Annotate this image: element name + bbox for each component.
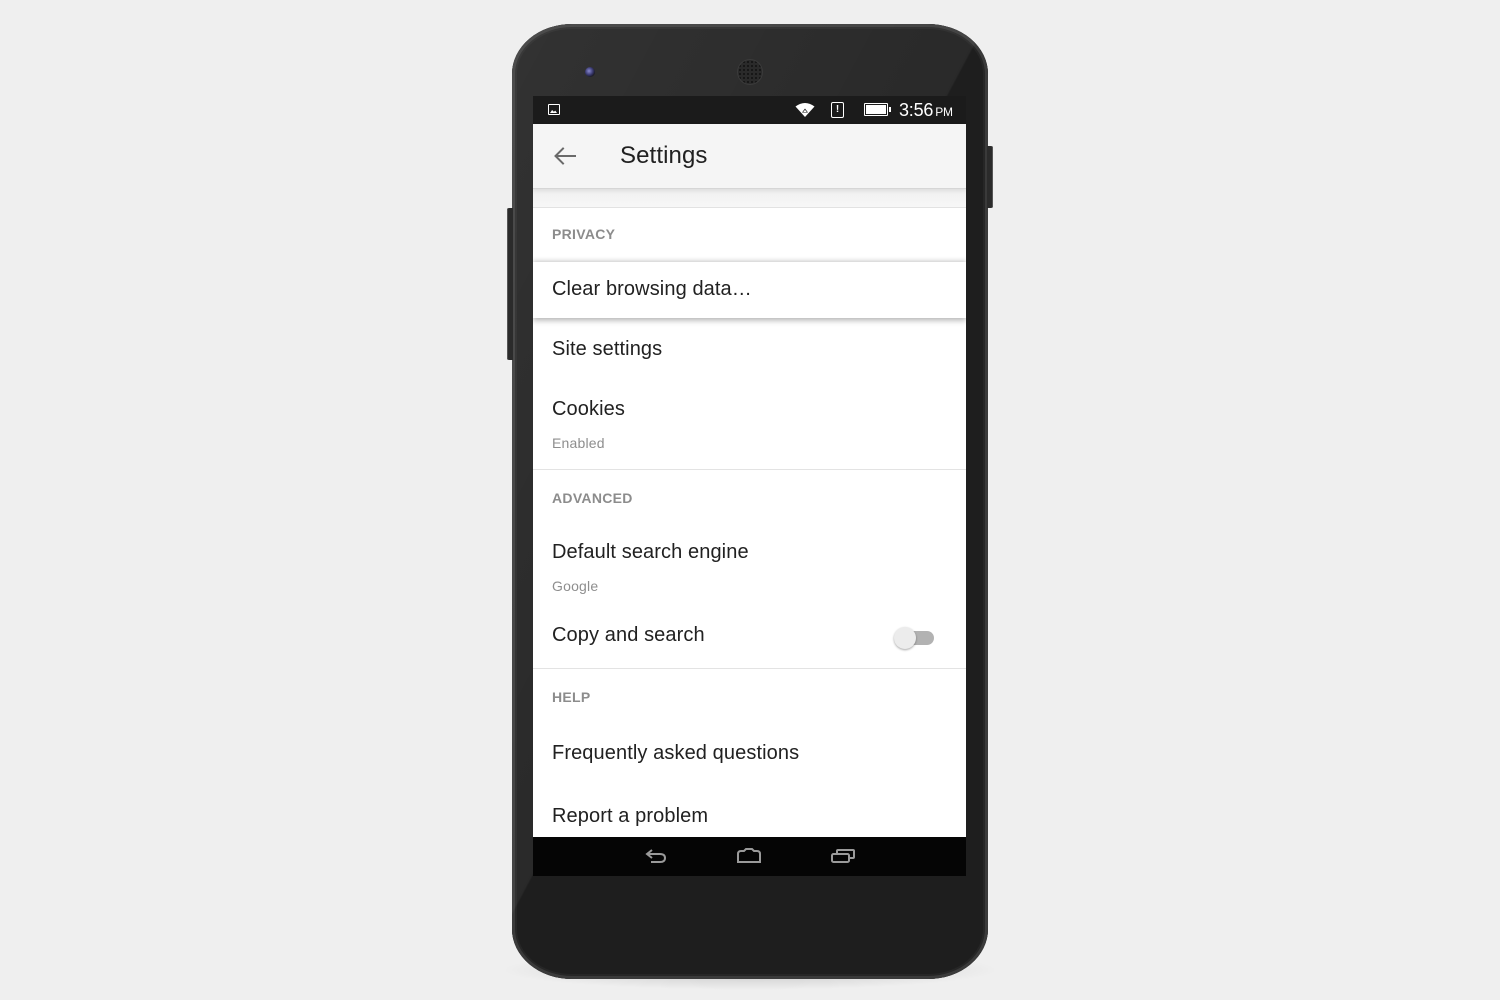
item-title: Cookies bbox=[552, 398, 625, 420]
item-title: Report a problem bbox=[552, 805, 709, 827]
earpiece-speaker bbox=[738, 60, 762, 84]
scroll-gap bbox=[533, 189, 966, 208]
item-subtitle: Enabled bbox=[552, 435, 605, 451]
light-sensor bbox=[913, 68, 919, 74]
section-divider bbox=[533, 469, 966, 470]
list-item-cookies[interactable]: Cookies Enabled bbox=[533, 380, 966, 468]
wifi-icon bbox=[795, 103, 815, 117]
page-title: Settings bbox=[620, 142, 708, 169]
status-bar: ! 3:56 PM bbox=[533, 96, 966, 124]
item-title: Site settings bbox=[552, 338, 663, 360]
section-header-privacy: PRIVACY bbox=[552, 226, 616, 242]
proximity-sensor bbox=[898, 68, 904, 74]
toggle-thumb bbox=[894, 627, 916, 649]
nav-home-button[interactable] bbox=[735, 845, 763, 867]
sim-alert-icon: ! bbox=[831, 102, 844, 118]
list-item-copy-and-search[interactable]: Copy and search bbox=[533, 604, 966, 668]
list-item-clear-browsing-data[interactable]: Clear browsing data… bbox=[533, 262, 966, 318]
section-divider bbox=[533, 668, 966, 669]
nav-recents-icon bbox=[831, 849, 855, 863]
item-title: Clear browsing data… bbox=[552, 278, 752, 300]
section-header-help: HELP bbox=[552, 689, 591, 705]
back-button[interactable] bbox=[551, 142, 579, 170]
battery-icon bbox=[864, 103, 891, 116]
arrow-left-icon bbox=[554, 147, 576, 165]
app-bar: Settings bbox=[533, 124, 966, 189]
list-item-report-problem[interactable]: Report a problem bbox=[533, 784, 966, 844]
item-subtitle: Google bbox=[552, 578, 599, 594]
item-title: Default search engine bbox=[552, 541, 749, 563]
volume-button bbox=[507, 208, 513, 360]
list-item-site-settings[interactable]: Site settings bbox=[533, 320, 966, 380]
nav-back-icon bbox=[645, 849, 667, 863]
product-photo: ! 3:56 PM Settings PRIVACY Clear browsing… bbox=[0, 0, 1500, 1000]
item-title: Frequently asked questions bbox=[552, 742, 800, 764]
status-time: 3:56 PM bbox=[899, 100, 953, 121]
image-notification-icon bbox=[548, 104, 560, 115]
nav-back-button[interactable] bbox=[643, 845, 671, 867]
section-header-advanced: ADVANCED bbox=[552, 490, 633, 506]
power-button bbox=[987, 146, 993, 208]
list-item-faq[interactable]: Frequently asked questions bbox=[533, 720, 966, 784]
copy-and-search-toggle[interactable] bbox=[894, 626, 934, 650]
front-camera-icon bbox=[585, 67, 595, 77]
time-ampm: PM bbox=[935, 105, 953, 119]
navigation-bar bbox=[533, 837, 966, 876]
time-value: 3:56 bbox=[899, 100, 934, 120]
item-title: Copy and search bbox=[552, 624, 705, 646]
phone-screen: ! 3:56 PM Settings PRIVACY Clear browsing… bbox=[533, 96, 966, 876]
list-item-default-search-engine[interactable]: Default search engine Google bbox=[533, 526, 966, 604]
nav-home-icon bbox=[737, 848, 761, 863]
section-privacy: PRIVACY bbox=[533, 208, 966, 262]
nav-recents-button[interactable] bbox=[829, 845, 857, 867]
